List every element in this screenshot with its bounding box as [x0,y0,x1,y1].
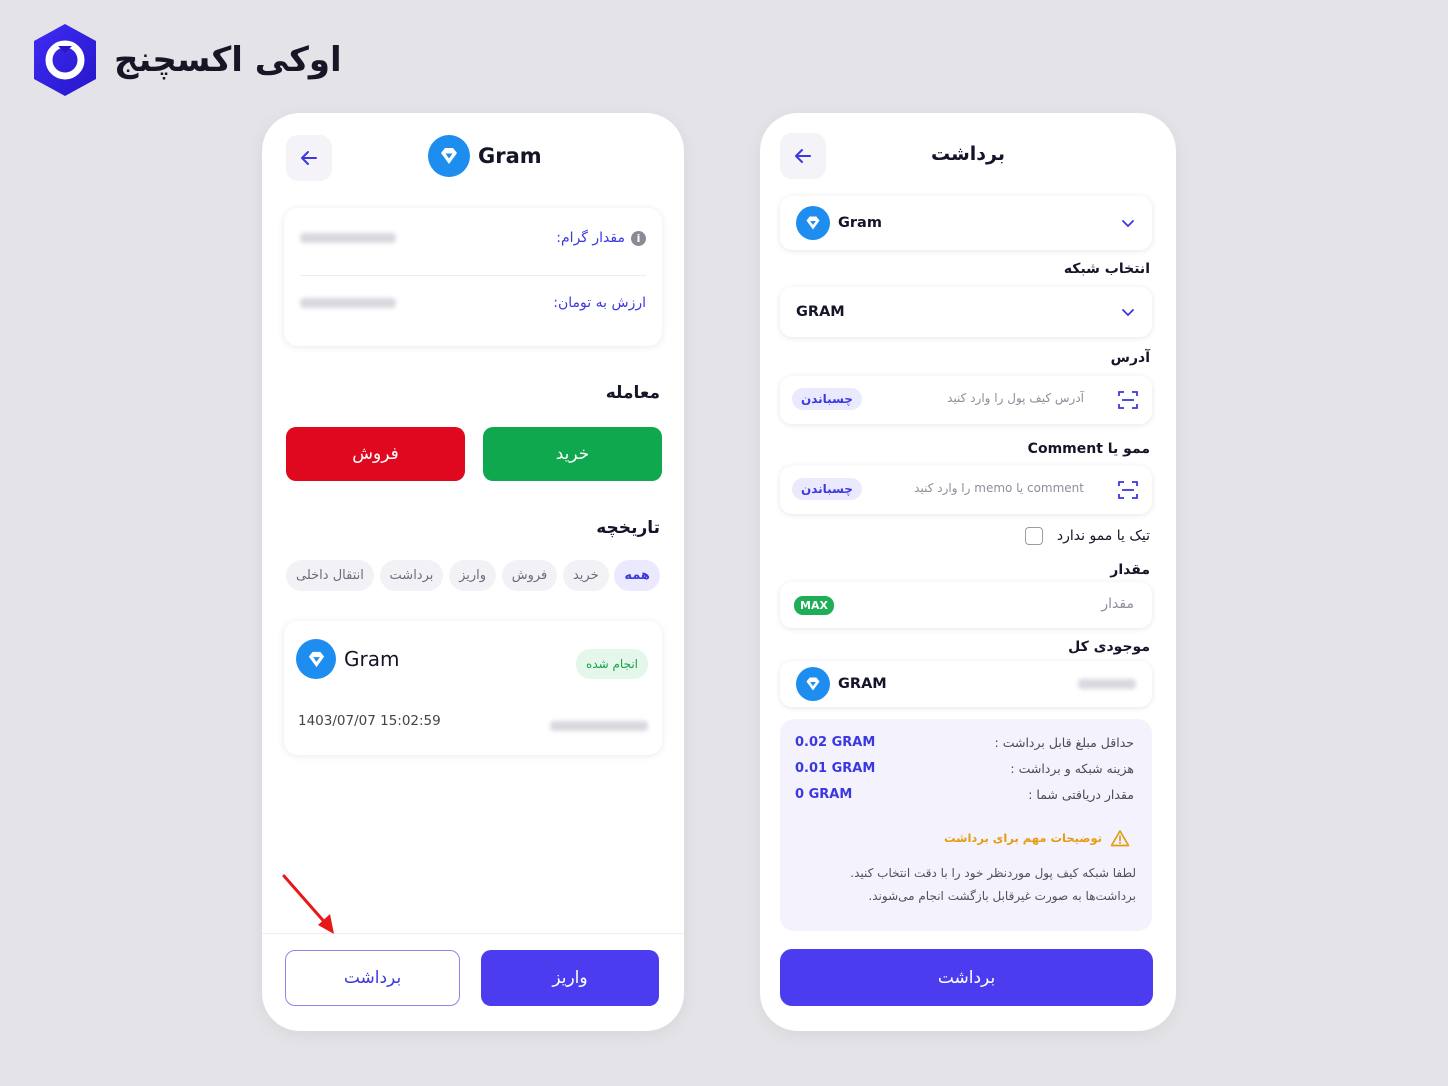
warning-body: لطفا شبکه کیف پول موردنظر خود را با دقت … [850,866,1136,903]
filter-withdraw[interactable]: برداشت [379,560,444,591]
gram-coin-icon [296,639,336,679]
memo-label: ممو یا Comment [1027,441,1150,457]
coin-name: Gram [478,144,542,168]
transaction-card[interactable]: Gram انجام شده 1403/07/07 15:02:59 [284,621,662,755]
balance-label: موجودی کل [1068,639,1150,655]
filter-deposit[interactable]: واریز [449,560,497,591]
address-paste-button[interactable]: چسباندن [792,388,862,410]
page-title: برداشت [930,143,1005,165]
amount-placeholder: مقدار [1101,596,1134,612]
amount-label: مقدار [1110,562,1150,578]
history-heading: تاریخچه [596,518,660,538]
trade-heading: معامله [605,383,660,403]
transaction-amount-hidden [550,721,648,731]
buy-button[interactable]: خرید [483,427,662,481]
address-placeholder: آدرس کیف پول را وارد کنید [947,391,1084,405]
memo-paste-button[interactable]: چسباندن [792,478,862,500]
holdings-card: i مقدار گرام: ارزش به تومان: [284,208,662,346]
status-badge: انجام شده [576,649,648,679]
filter-buy[interactable]: خرید [562,560,609,591]
gram-coin-icon [428,135,470,177]
value-label: ارزش به تومان: [553,295,646,311]
value-row: ارزش به تومان: [300,295,646,311]
amount-row: i مقدار گرام: [300,230,646,246]
qr-scan-icon[interactable] [1116,478,1140,502]
filter-sell[interactable]: فروش [501,560,558,591]
address-label: آدرس [1110,350,1150,366]
amount-label: مقدار گرام: [556,230,625,246]
balance-value-hidden [1078,679,1136,689]
warning-header: توضیحات مهم برای برداشت [944,829,1130,847]
history-filters: همه خرید فروش واریز برداشت انتقال داخلی [286,560,660,591]
filter-internal-transfer[interactable]: انتقال داخلی [286,560,374,591]
withdraw-submit-button[interactable]: برداشت [780,949,1153,1006]
gram-coin-icon [796,206,830,240]
min-withdraw-row: 0.02 GRAM حداقل مبلغ قابل برداشت : [795,735,1134,750]
balance-currency: GRAM [838,676,887,692]
fee-summary-panel: 0.02 GRAM حداقل مبلغ قابل برداشت : 0.01 … [780,719,1152,931]
transaction-coin: Gram [296,639,399,679]
amount-input[interactable]: MAX مقدار [780,582,1152,628]
transaction-date: 1403/07/07 15:02:59 [298,713,441,729]
chevron-down-icon [1122,220,1134,228]
network-fee-value: 0.01 GRAM [795,761,876,776]
coin-select[interactable]: Gram [780,196,1152,250]
no-memo-label: تیک یا ممو ندارد [1056,528,1150,544]
warning-title: توضیحات مهم برای برداشت [944,831,1102,845]
no-memo-row[interactable]: تیک یا ممو ندارد [1024,527,1150,545]
arrow-left-icon [301,151,317,165]
network-fee-label: هزینه شبکه و برداشت : [1010,761,1134,776]
balance-currency-wrap: GRAM [796,667,887,701]
max-button[interactable]: MAX [794,596,834,615]
deposit-button[interactable]: واریز [481,950,659,1006]
amount-value-hidden [300,233,396,243]
transaction-coin-name: Gram [344,647,400,671]
warning-icon [1110,830,1130,847]
receive-amount-label: مقدار دریافتی شما : [1028,787,1134,802]
withdraw-button[interactable]: برداشت [285,950,460,1006]
network-fee-row: 0.01 GRAM هزینه شبکه و برداشت : [795,761,1134,776]
withdraw-screen: برداشت Gram انتخاب شبکه GRAM آدرس چسباند… [760,113,1176,1031]
back-button[interactable] [286,135,332,181]
coin-select-value: Gram [796,206,882,240]
brand-name: اوکی اکسچنج [114,40,342,80]
qr-scan-icon[interactable] [1116,388,1140,412]
network-label: انتخاب شبکه [1063,261,1150,277]
receive-amount-row: 0 GRAM مقدار دریافتی شما : [795,787,1134,802]
brand: اوکی اکسچنج [30,22,342,98]
no-memo-checkbox[interactable] [1024,527,1043,545]
coin-select-text: Gram [838,215,882,231]
amount-label-wrap: i مقدار گرام: [556,230,646,246]
brand-logo-icon [34,24,96,96]
divider [300,275,646,276]
filter-all[interactable]: همه [614,560,660,591]
network-select[interactable]: GRAM [780,287,1152,337]
balance-box: GRAM [780,661,1152,707]
address-input[interactable]: چسباندن آدرس کیف پول را وارد کنید [780,376,1152,424]
min-withdraw-label: حداقل مبلغ قابل برداشت : [994,735,1134,750]
network-value: GRAM [796,304,845,320]
sell-button[interactable]: فروش [286,427,465,481]
memo-input[interactable]: چسباندن comment یا memo را وارد کنید [780,466,1152,514]
receive-amount-value: 0 GRAM [795,787,853,802]
min-withdraw-value: 0.02 GRAM [795,735,876,750]
chevron-down-icon [1122,309,1134,317]
memo-placeholder: comment یا memo را وارد کنید [914,481,1084,495]
gram-coin-icon [796,667,830,701]
coin-header: Gram [428,135,542,177]
toman-value-hidden [300,298,396,308]
info-icon[interactable]: i [631,230,646,246]
annotation-arrow-icon [282,874,334,934]
